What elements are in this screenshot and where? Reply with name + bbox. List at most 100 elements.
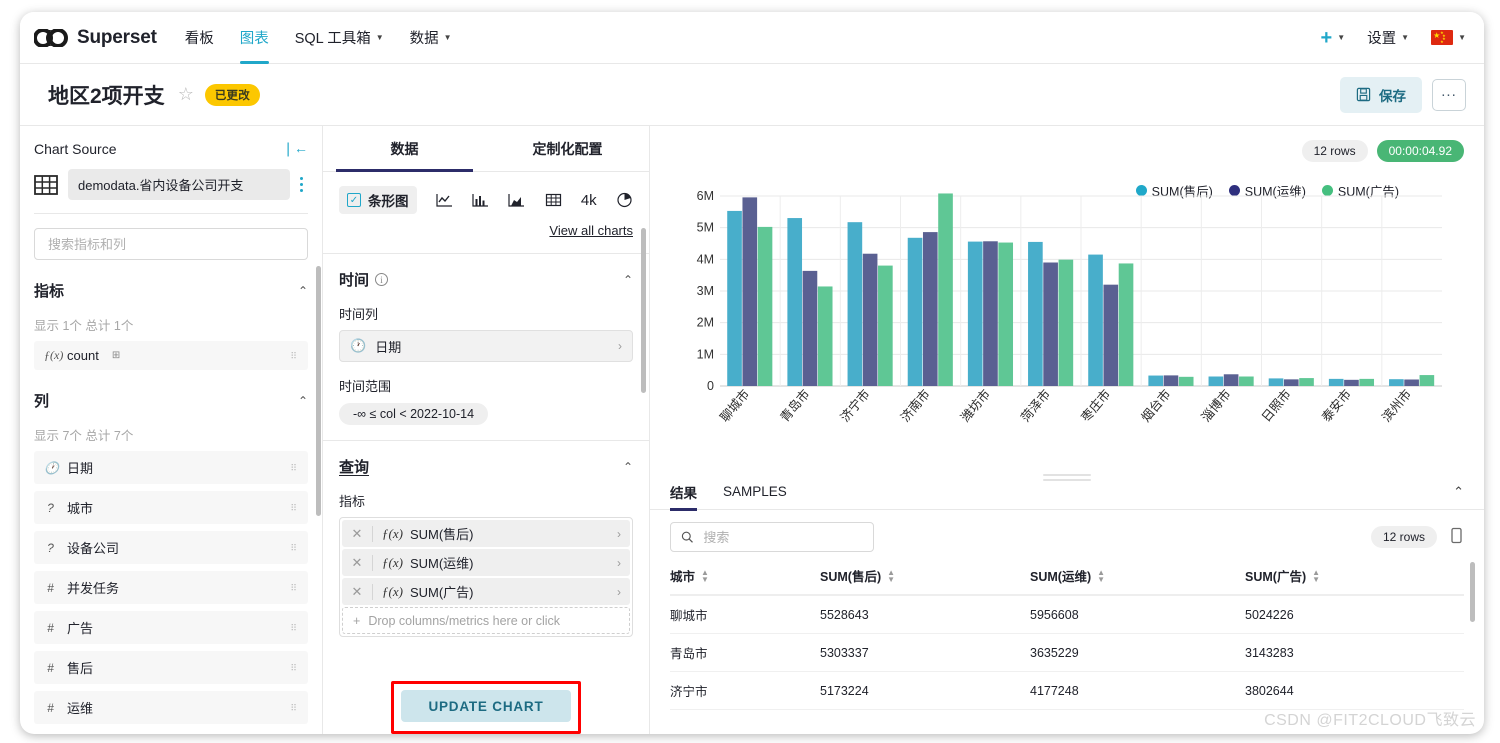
metric-field-count[interactable]: ƒ(x) count ⊞ ⠿ (34, 341, 308, 370)
viz-type-selected[interactable]: ✓ 条形图 (339, 186, 417, 214)
column-field-date[interactable]: 🕐 日期 ⠿ (34, 451, 308, 484)
metric-item-aftersales[interactable]: ✕ ƒ(x) SUM(售后) › (342, 520, 630, 547)
save-button[interactable]: 保存 (1340, 76, 1422, 113)
collapse-results-icon[interactable]: ⌃ (1453, 484, 1464, 500)
table-header-row: 城市 ▲ ▼ SUM(售后) ▲ ▼ SUM(运维) ▲ ▼ SUM(广告) ▲ ▼ (670, 562, 1464, 596)
results-table-wrap[interactable]: 城市 ▲ ▼ SUM(售后) ▲ ▼ SUM(运维) ▲ ▼ SUM(广告) ▲ ▼ (650, 552, 1484, 734)
svg-text:潍坊市: 潍坊市 (957, 386, 993, 424)
column-header-label: 城市 (670, 570, 696, 584)
tab-label: 结果 (670, 485, 697, 501)
function-icon: ƒ(x) (372, 554, 410, 571)
drag-handle-icon[interactable]: ⠿ (290, 543, 298, 552)
update-chart-container: UPDATE CHART (391, 681, 581, 734)
plus-icon: + (1320, 26, 1333, 49)
new-item-button[interactable]: + ▼ (1321, 12, 1346, 64)
search-input[interactable] (701, 528, 863, 546)
chevron-up-icon[interactable]: ⌃ (623, 460, 633, 474)
drag-handle-icon[interactable]: ⠿ (290, 503, 298, 512)
brand-logo-group[interactable]: Superset (34, 27, 157, 49)
table-row[interactable]: 济宁市 5173224 4177248 3802644 (670, 671, 1464, 710)
tab-customize[interactable]: 定制化配置 (486, 126, 649, 171)
drag-handle-icon[interactable]: ⠿ (290, 663, 298, 672)
tab-data[interactable]: 数据 (323, 126, 486, 172)
string-type-icon: ? (47, 540, 54, 555)
bar-chart-svg[interactable]: 0 1M 2M 3M 4M 5M 6M 聊城市 青岛市 济宁市 济南市 潍坊市 菏泽市 枣庄市 烟台市 淄博市… (680, 188, 1450, 458)
results-table-body: 聊城市 5528643 5956608 5024226 青岛市 5303337 … (670, 595, 1464, 710)
drag-handle-icon[interactable]: ⠿ (290, 583, 298, 592)
drag-handle-icon[interactable]: ⠿ (290, 623, 298, 632)
more-options-button[interactable]: ... (1432, 78, 1466, 111)
tab-results[interactable]: 结果 (670, 474, 697, 511)
collapse-panel-icon[interactable]: ❘← (282, 140, 308, 157)
metric-item-advertising[interactable]: ✕ ƒ(x) SUM(广告) › (342, 578, 630, 605)
time-range-value[interactable]: -∞ ≤ col < 2022-10-14 (339, 403, 489, 425)
drag-handle-icon[interactable]: ⠿ (290, 703, 298, 712)
table-row[interactable]: 聊城市 5528643 5956608 5024226 (670, 595, 1464, 634)
chevron-up-icon[interactable]: ⌃ (623, 273, 633, 287)
favorite-star-icon[interactable]: ☆ (178, 84, 194, 105)
settings-menu[interactable]: 设置 ▼ (1367, 12, 1409, 64)
column-header-sum-advertising[interactable]: SUM(广告) ▲ ▼ (1245, 562, 1464, 596)
column-field-concurrent-tasks[interactable]: # 并发任务 ⠿ (34, 571, 308, 604)
tab-label: 定制化配置 (532, 140, 603, 157)
datasource-scrollbar[interactable] (316, 266, 321, 516)
number-type-icon: # (47, 660, 54, 675)
metrics-section-header: 指标 ⌃ (34, 280, 308, 301)
time-section-title: 时间 (339, 272, 370, 289)
datasource-fields-scroll[interactable]: 指标 ⌃ 显示 1个 总计 1个 ƒ(x) count ⊞ ⠿ 列 ⌃ 显示 7… (20, 260, 322, 734)
view-all-charts-link[interactable]: View all charts (549, 223, 633, 238)
metric-item-operations[interactable]: ✕ ƒ(x) SUM(运维) › (342, 549, 630, 576)
explore-body: Chart Source ❘← demodata.省内设备公司开支 搜索指标和列… (20, 126, 1484, 734)
dataset-name[interactable]: demodata.省内设备公司开支 (68, 169, 290, 200)
line-chart-icon[interactable] (436, 193, 453, 208)
info-icon[interactable]: i (375, 273, 389, 286)
copy-icon[interactable] (1449, 527, 1464, 548)
nav-item-charts[interactable]: 图表 (239, 12, 269, 64)
chevron-up-icon[interactable]: ⌃ (298, 394, 308, 408)
tab-samples[interactable]: SAMPLES (723, 474, 787, 510)
remove-icon[interactable]: ✕ (342, 555, 372, 571)
drag-handle-icon[interactable]: ⠿ (290, 463, 298, 472)
results-search-box[interactable] (670, 522, 874, 552)
chevron-up-icon[interactable]: ⌃ (298, 284, 308, 298)
dataset-menu-icon[interactable] (300, 174, 308, 195)
chevron-down-icon: ▼ (443, 32, 452, 42)
update-chart-button[interactable]: UPDATE CHART (401, 690, 571, 722)
nav-item-data[interactable]: 数据 ▼ (410, 12, 452, 64)
column-header-city[interactable]: 城市 ▲ ▼ (670, 562, 820, 596)
control-panel-scrollbar[interactable] (641, 228, 646, 393)
metrics-drop-zone[interactable]: + Drop columns/metrics here or click (342, 607, 630, 634)
column-header-sum-aftersales[interactable]: SUM(售后) ▲ ▼ (820, 562, 1030, 596)
column-field-operations[interactable]: # 运维 ⠿ (34, 691, 308, 724)
nav-item-sql-lab[interactable]: SQL 工具箱 ▼ (295, 12, 384, 64)
nav-item-dashboards[interactable]: 看板 (185, 12, 214, 64)
status-badge: 已更改 (204, 83, 260, 106)
table-icon[interactable] (545, 193, 562, 208)
column-field-aftersales[interactable]: # 售后 ⠿ (34, 651, 308, 684)
chevron-down-icon: ▼ (1458, 32, 1466, 42)
sort-icon: ▲ ▼ (1312, 567, 1321, 584)
time-column-select[interactable]: 🕐 日期 › (339, 330, 633, 362)
sort-icon: ▲ ▼ (701, 567, 709, 584)
bar-chart-plot[interactable]: 0 1M 2M 3M 4M 5M 6M 聊城市 青岛市 济宁市 济南市 潍坊市 菏泽市 枣庄市 烟台市 淄博市… (680, 188, 1464, 474)
search-input[interactable] (46, 235, 296, 253)
remove-icon[interactable]: ✕ (342, 584, 372, 600)
svg-text:1M: 1M (697, 347, 714, 361)
drag-handle-icon[interactable]: ⠿ (290, 351, 298, 360)
results-table-scrollbar[interactable] (1470, 562, 1475, 622)
pie-chart-icon[interactable] (616, 192, 633, 208)
area-chart-icon[interactable] (508, 193, 525, 208)
column-field-city[interactable]: ? 城市 ⠿ (34, 491, 308, 524)
column-field-advertising[interactable]: # 广告 ⠿ (34, 611, 308, 644)
svg-text:日照市: 日照市 (1258, 386, 1294, 424)
datasource-search-box[interactable] (34, 228, 308, 260)
column-header-sum-operations[interactable]: SUM(运维) ▲ ▼ (1030, 562, 1245, 596)
remove-icon[interactable]: ✕ (342, 526, 372, 542)
column-field-company[interactable]: ? 设备公司 ⠿ (34, 531, 308, 564)
language-menu[interactable]: ★ ★ ★ ★ ★ ▼ (1431, 12, 1466, 64)
nav-item-label: 数据 (409, 31, 439, 47)
big-number-icon[interactable]: 4k (581, 192, 597, 209)
table-row[interactable]: 青岛市 5303337 3635229 3143283 (670, 633, 1464, 672)
bar-chart-icon[interactable] (472, 193, 489, 208)
function-icon: ƒ(x) (372, 583, 410, 600)
